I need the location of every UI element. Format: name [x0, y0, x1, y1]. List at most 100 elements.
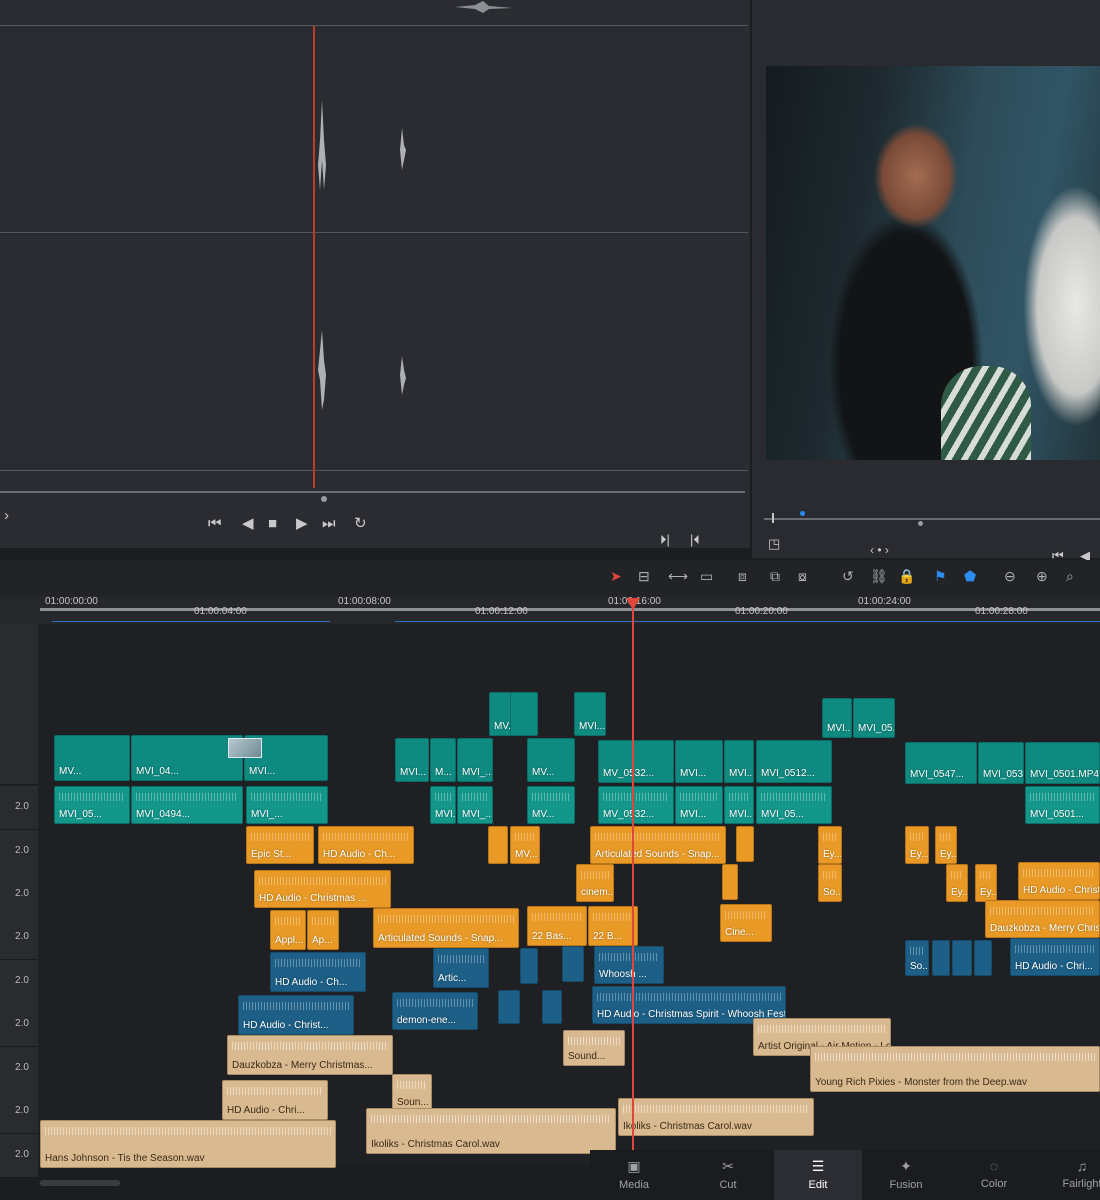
timeline-clip[interactable]: MVI...	[724, 786, 754, 824]
timeline-clip[interactable]: MVI...	[675, 740, 723, 783]
zoom-custom-icon[interactable]: ⌕	[1066, 568, 1074, 585]
timeline-clip[interactable]: Hans Johnson - Tis the Season.wav	[40, 1120, 336, 1168]
audio-track-header[interactable]: 2.0	[0, 960, 38, 1004]
tab-fairlight[interactable]: ♫ Fairlight	[1038, 1150, 1100, 1200]
timeline-clip[interactable]: MVI...	[724, 740, 754, 783]
play-icon[interactable]: ▶	[296, 516, 308, 532]
lock-icon[interactable]: 🔒	[898, 568, 915, 585]
timeline-clip[interactable]	[498, 990, 520, 1024]
timeline-clip[interactable]: Ey...	[905, 826, 929, 864]
trim-tool-icon[interactable]: ⊟	[638, 568, 650, 585]
timeline-clip[interactable]: MVI_0501.MP4	[1025, 742, 1100, 784]
timeline-clip[interactable]	[952, 940, 972, 976]
timeline-clip[interactable]: MV_0532...	[598, 786, 674, 824]
timeline-clip[interactable]: MVI_0494...	[131, 786, 243, 824]
timeline-clip[interactable]	[932, 940, 950, 976]
source-playhead[interactable]	[313, 26, 315, 488]
zoom-out-icon[interactable]: ⊖	[1004, 568, 1016, 585]
timeline-clip[interactable]: Appl...	[270, 910, 306, 950]
timeline-clip[interactable]	[542, 990, 562, 1024]
timeline-clip[interactable]: HD Audio - Christmas ...	[1018, 862, 1100, 900]
source-scrub-knob[interactable]	[321, 496, 327, 502]
tab-fusion[interactable]: ✦ Fusion	[862, 1150, 950, 1200]
timeline-clip[interactable]: MVI_...	[246, 786, 328, 824]
timeline-clip[interactable]: MVI...	[430, 786, 456, 824]
flag-icon[interactable]: ⚑	[934, 568, 947, 585]
transform-icon[interactable]: ◳	[768, 536, 780, 552]
timeline-scrollbar[interactable]	[40, 1180, 120, 1186]
audio-track-header[interactable]: 2.0	[0, 916, 38, 960]
timeline-clip[interactable]: Articulated Sounds - Snap...	[590, 826, 726, 864]
timeline-clip[interactable]: MVI_05...	[54, 786, 130, 824]
timeline-viewer[interactable]: ◳ ⏵| |⏴ ⏮ ◀ ‹ • ›	[660, 0, 1100, 563]
step-back-icon[interactable]: ◀	[242, 516, 254, 532]
timecode-ruler[interactable]: 01:00:00:00 01:00:04:00 01:00:08:00 01:00:1…	[0, 596, 1100, 624]
timeline-clip[interactable]: HD Audio - Chri...	[1010, 938, 1100, 976]
timeline-clip[interactable]: MVI_0547...	[905, 742, 977, 784]
timeline-clip[interactable]: Dauzkobza - Merry Christmas...	[985, 900, 1100, 938]
timeline-clip[interactable]: MV...	[527, 786, 575, 824]
timeline-clip[interactable]: HD Audio - Chri...	[222, 1080, 328, 1120]
go-to-start-icon[interactable]: ⏮	[208, 516, 222, 532]
timeline-clip[interactable]: HD Audio - Christ...	[238, 995, 354, 1035]
timeline-playhead[interactable]	[632, 604, 634, 1164]
transition-icon[interactable]	[228, 738, 262, 758]
timeline-clip[interactable]: MVI...	[675, 786, 723, 824]
tab-media[interactable]: ▣ Media	[590, 1150, 678, 1200]
timeline-clip[interactable]: Whoosh ...	[594, 946, 664, 984]
timeline-clip[interactable]: Ey...	[818, 826, 842, 864]
timeline-clip[interactable]: MVI...	[822, 698, 852, 738]
audio-track-header[interactable]: 2.0	[0, 1047, 38, 1091]
timeline-clip[interactable]: So...	[905, 940, 929, 976]
timeline-clip[interactable]	[510, 692, 538, 736]
timeline-clip[interactable]: Ey...	[975, 864, 997, 902]
tab-cut[interactable]: ✂ Cut	[684, 1150, 772, 1200]
prev-edit-icon[interactable]: |⏴	[690, 532, 700, 548]
timeline-clip[interactable]: MVI_0512...	[756, 740, 832, 783]
timeline-clip[interactable]: MVI_04...	[131, 735, 243, 781]
replace-clip-icon[interactable]: ⧇	[798, 568, 807, 585]
audio-track-header[interactable]: 2.0	[0, 830, 38, 874]
linked-selection-icon[interactable]: ⛓	[870, 568, 888, 585]
loop-icon[interactable]: ↻	[354, 516, 367, 532]
timeline-clip[interactable]: Young Rich Pixies - Monster from the Dee…	[810, 1046, 1100, 1092]
selection-tool-icon[interactable]: ➤	[610, 568, 622, 585]
timeline-clip[interactable]: Artic...	[433, 948, 489, 988]
audio-track-header[interactable]: 2.0	[0, 1003, 38, 1047]
tab-edit[interactable]: ☰ Edit	[774, 1150, 862, 1200]
timeline-clip[interactable]: MVI_0501...	[1025, 786, 1100, 824]
timeline-clip[interactable]: MVI_05...	[853, 698, 895, 738]
insert-clip-icon[interactable]: ⧈	[738, 568, 747, 585]
timeline-clip[interactable]: So...	[818, 864, 842, 902]
playhead-handle[interactable]	[626, 598, 640, 610]
snapping-icon[interactable]: ↺	[842, 568, 854, 585]
tab-color[interactable]: ◌ Color	[950, 1150, 1038, 1200]
timeline-clip[interactable]: Ikoliks - Christmas Carol.wav	[366, 1108, 616, 1154]
timeline-clip[interactable]: 22 B...	[588, 906, 638, 946]
timeline-clip[interactable]: Sound...	[563, 1030, 625, 1066]
timeline-clip[interactable]: Ey...	[935, 826, 957, 864]
source-viewer[interactable]: › ⏮ ◀ ■ ▶ ⏭ ↻	[0, 0, 750, 548]
timeline-clip[interactable]: MVI...	[574, 692, 606, 736]
timeline-clip[interactable]: MV_0532...	[598, 740, 674, 783]
timeline-clip[interactable]: HD Audio - Christmas ...	[254, 870, 391, 908]
timeline-clip[interactable]: MV...	[527, 738, 575, 782]
zoom-in-icon[interactable]: ⊕	[1036, 568, 1048, 585]
timeline-clip[interactable]: Cine...	[720, 904, 772, 942]
audio-track-header[interactable]: 2.0	[0, 1134, 38, 1178]
timeline-clip[interactable]: 22 Bas...	[527, 906, 587, 946]
timeline-clip[interactable]	[722, 864, 738, 900]
video-track-header[interactable]	[0, 624, 38, 785]
timeline-clip[interactable]: Articulated Sounds - Snap...	[373, 908, 519, 948]
timeline-clip[interactable]	[520, 948, 538, 984]
timeline-clip[interactable]	[736, 826, 754, 862]
timeline-clip[interactable]: HD Audio - Ch...	[270, 952, 366, 992]
timeline-clip[interactable]: MV...	[510, 826, 540, 864]
timeline-clip[interactable]	[562, 946, 584, 982]
timeline-clip[interactable]: MVI_053...	[978, 742, 1024, 784]
timeline-clip[interactable]: MVI_...	[457, 786, 493, 824]
timeline-clip[interactable]: Ap...	[307, 910, 339, 950]
timeline-clip[interactable]: Ikoliks - Christmas Carol.wav	[618, 1098, 814, 1136]
timeline-clip[interactable]: Ey...	[946, 864, 968, 902]
timeline-clip[interactable]	[488, 826, 508, 864]
